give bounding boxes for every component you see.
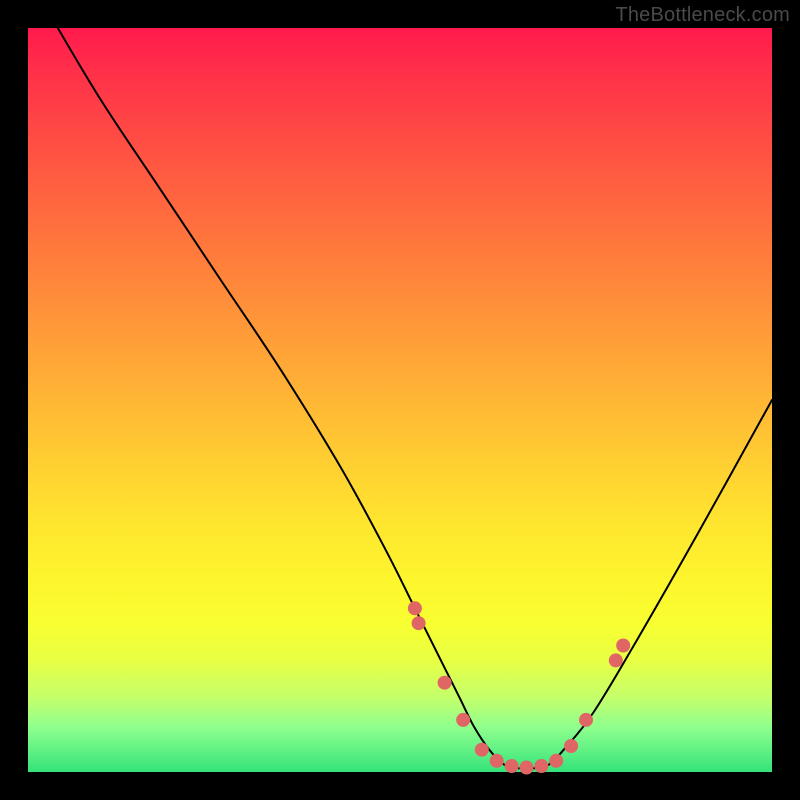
highlight-dots bbox=[408, 601, 630, 774]
highlight-dot bbox=[520, 761, 534, 775]
chart-frame: TheBottleneck.com bbox=[0, 0, 800, 800]
highlight-dot bbox=[534, 759, 548, 773]
highlight-dot bbox=[412, 616, 426, 630]
bottleneck-curve bbox=[58, 28, 772, 769]
highlight-dot bbox=[609, 653, 623, 667]
highlight-dot bbox=[549, 754, 563, 768]
highlight-dot bbox=[475, 743, 489, 757]
highlight-dot bbox=[505, 759, 519, 773]
highlight-dot bbox=[438, 676, 452, 690]
plot-area bbox=[28, 28, 772, 772]
curve-layer bbox=[28, 28, 772, 772]
highlight-dot bbox=[579, 713, 593, 727]
highlight-dot bbox=[616, 639, 630, 653]
highlight-dot bbox=[564, 739, 578, 753]
attribution-label: TheBottleneck.com bbox=[615, 4, 790, 27]
highlight-dot bbox=[408, 601, 422, 615]
highlight-dot bbox=[456, 713, 470, 727]
highlight-dot bbox=[490, 754, 504, 768]
